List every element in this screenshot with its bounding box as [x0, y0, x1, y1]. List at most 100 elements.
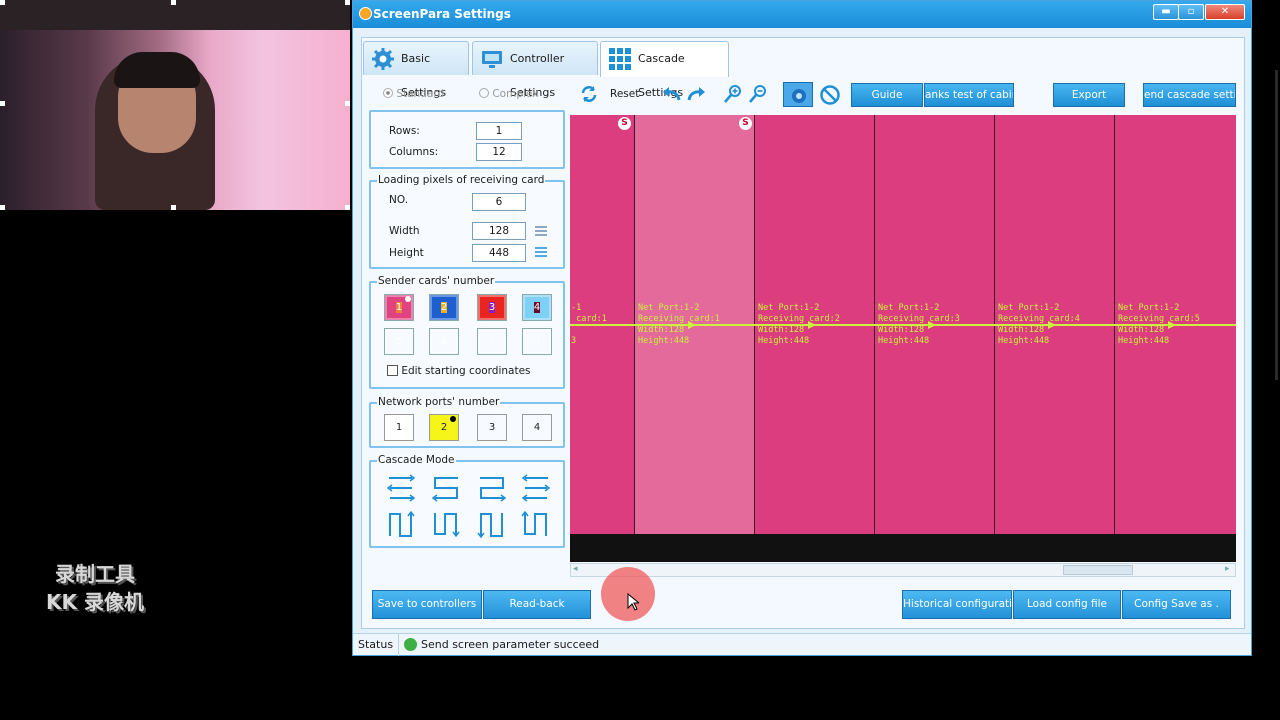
maximize-button[interactable]: ▫ — [1178, 4, 1204, 20]
edit-coords-checkbox[interactable]: Edit starting coordinates — [387, 365, 531, 377]
webcam-resize-handle[interactable] — [0, 0, 5, 5]
columns-label: Columns: — [389, 146, 439, 158]
background-edge — [1275, 70, 1278, 380]
export-button[interactable]: Export — [1053, 83, 1125, 107]
network-port-label: 1 — [395, 422, 403, 433]
width-label: Width — [389, 225, 420, 237]
webcam-resize-handle[interactable] — [0, 101, 5, 106]
size-group: Rows: 1 Columns: 12 — [369, 110, 565, 169]
edit-coords-label: Edit starting coordinates — [401, 365, 531, 377]
cascade-mode-u-down-icon[interactable] — [386, 510, 416, 538]
cascade-mode-u-up-icon[interactable] — [431, 510, 461, 538]
cascade-mode-n-icon[interactable] — [477, 510, 507, 538]
cascade-mode-z-right-icon[interactable] — [521, 474, 551, 502]
status-ok-icon — [404, 638, 417, 651]
watermark-line-1: 录制工具 — [55, 562, 135, 586]
cascade-connection-line — [570, 321, 1236, 329]
sender-card-label: 1 — [395, 302, 403, 313]
title-bar[interactable]: ScreenPara Settings ▬ ▫ ✕ — [353, 1, 1251, 28]
guide-button[interactable]: Guide — [851, 83, 923, 107]
sender-card-7[interactable]: 7 — [477, 328, 507, 355]
height-stepper-icon[interactable] — [534, 245, 548, 259]
horizontal-scrollbar[interactable]: ◂ ▸ — [570, 563, 1236, 577]
grid-bottom-area — [570, 534, 1236, 562]
reset-label[interactable]: Reset — [610, 88, 639, 100]
sender-card-4[interactable]: 4 — [522, 294, 552, 321]
height-input[interactable]: 448 — [472, 244, 526, 262]
webcam-resize-handle[interactable] — [171, 205, 176, 210]
webcam-resize-handle[interactable] — [345, 101, 350, 106]
close-button[interactable]: ✕ — [1205, 4, 1245, 20]
rows-label: Rows: — [389, 125, 420, 137]
card-no-input[interactable]: 6 — [472, 193, 526, 211]
webcam-resize-handle[interactable] — [171, 0, 176, 5]
loading-pixels-group: Loading pixels of receiving card NO. 6 W… — [369, 174, 565, 269]
network-port-label: 3 — [488, 422, 496, 433]
status-bar: Status Send screen parameter succeed — [353, 633, 1251, 656]
tab-cascade-settings[interactable]: Cascade Settings — [600, 41, 729, 99]
cascade-mode-z-left-icon[interactable] — [386, 474, 416, 502]
scroll-left-icon[interactable]: ◂ — [573, 564, 578, 574]
sender-card-1[interactable]: 1 — [384, 294, 414, 321]
test-cabinet-button[interactable]: anks test of cabinet — [924, 83, 1014, 107]
minimize-button[interactable]: ▬ — [1153, 4, 1179, 20]
view-toggle-button[interactable] — [783, 82, 813, 107]
webcam-resize-handle[interactable] — [0, 205, 5, 210]
screenpara-window: ScreenPara Settings ▬ ▫ ✕ Basic Settings… — [352, 0, 1252, 656]
save-to-controllers-button[interactable]: Save to controllers — [372, 590, 482, 619]
columns-input[interactable]: 12 — [476, 143, 522, 161]
cascade-mode-label: Cascade Mode — [377, 454, 456, 466]
radio-standard-label: Standard — [396, 88, 445, 100]
selected-dot — [405, 296, 411, 302]
cascade-mode-n-reverse-icon[interactable] — [521, 510, 551, 538]
sender-card-label: 8 — [533, 336, 541, 347]
rows-input[interactable]: 1 — [476, 122, 522, 140]
refresh-icon[interactable] — [579, 84, 599, 104]
load-config-button[interactable]: Load config file — [1013, 590, 1121, 619]
radio-standard[interactable]: Standard — [383, 88, 444, 100]
webcam-resize-handle[interactable] — [345, 205, 350, 210]
cascade-mode-s-right-icon[interactable] — [477, 474, 507, 502]
send-cascade-button[interactable]: end cascade setting — [1143, 83, 1236, 107]
redo-icon[interactable] — [687, 86, 707, 102]
zoom-out-icon[interactable] — [748, 84, 768, 104]
grid-icon — [609, 48, 631, 70]
historical-configuration-button[interactable]: Historical configuration — [902, 590, 1025, 619]
network-port-4[interactable]: 4 — [522, 414, 552, 441]
sender-card-8[interactable]: 8 — [522, 328, 552, 355]
tab-basic-settings[interactable]: Basic Settings — [363, 41, 469, 99]
card-no-label: NO. — [389, 194, 409, 206]
webcam-overlay — [0, 0, 350, 210]
cascade-grid[interactable]: -1 card:1 3S Net Port:1-2 Receiving card… — [570, 115, 1236, 534]
tab-controller-settings[interactable]: Controller Settings — [472, 41, 598, 99]
sender-card-2[interactable]: 2 — [429, 294, 459, 321]
scroll-right-icon[interactable]: ▸ — [1225, 564, 1230, 574]
sender-card-6[interactable]: 6 — [429, 328, 459, 355]
radio-complex[interactable]: Complex — [479, 88, 538, 100]
read-back-button[interactable]: Read-back — [483, 590, 591, 619]
network-port-3[interactable]: 3 — [477, 414, 507, 441]
block-icon[interactable] — [819, 84, 841, 106]
sender-card-label: 4 — [533, 302, 541, 313]
loading-pixels-label: Loading pixels of receiving card — [377, 174, 546, 186]
undo-icon[interactable] — [661, 86, 681, 102]
sender-card-5[interactable]: 5 — [384, 328, 414, 355]
width-stepper-icon[interactable] — [534, 224, 548, 238]
network-port-1[interactable]: 1 — [384, 414, 414, 441]
sender-card-label: 2 — [440, 302, 448, 313]
width-input[interactable]: 128 — [472, 222, 526, 240]
gear-icon — [372, 48, 394, 70]
radio-dot — [479, 88, 489, 98]
cascade-mode-s-icon[interactable] — [431, 474, 461, 502]
checkbox-box — [387, 365, 398, 376]
sender-card-3[interactable]: 3 — [477, 294, 507, 321]
config-save-as-button[interactable]: Config Save as . — [1122, 590, 1231, 619]
network-port-label: 4 — [533, 422, 541, 433]
scroll-thumb[interactable] — [1063, 565, 1133, 575]
webcam-resize-handle[interactable] — [345, 0, 350, 5]
mouse-cursor-icon — [627, 593, 639, 611]
network-port-2[interactable]: 2 — [429, 414, 459, 441]
height-label: Height — [389, 247, 424, 259]
sender-card-label: 7 — [488, 336, 496, 347]
zoom-in-icon[interactable] — [723, 84, 743, 104]
